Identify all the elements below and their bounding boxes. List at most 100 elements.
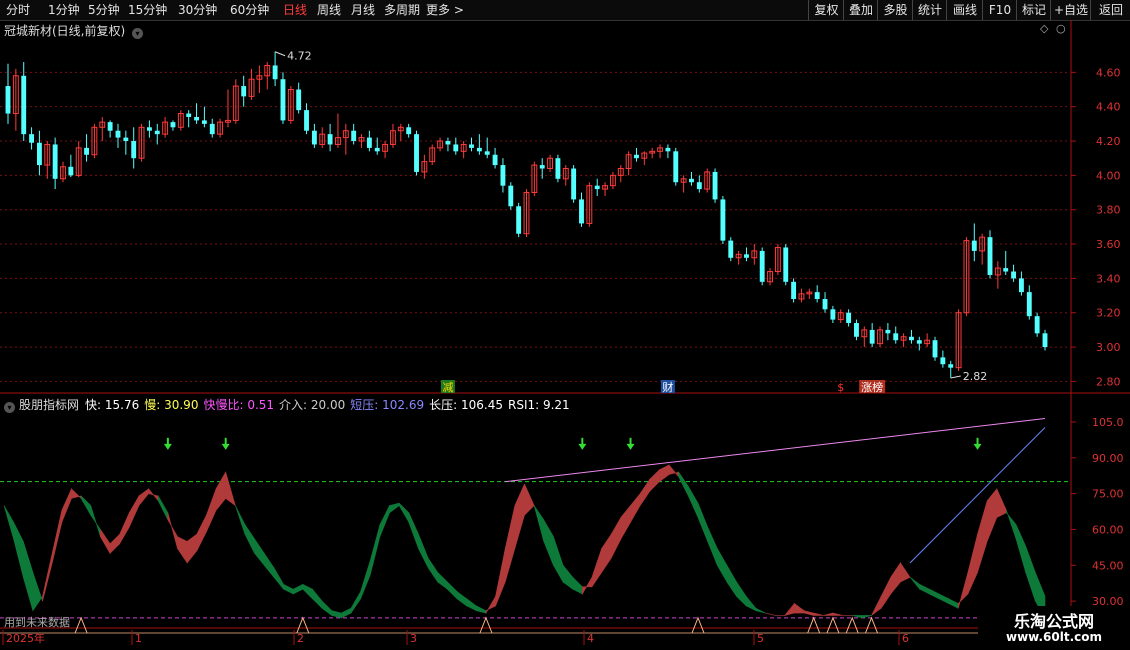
candle-body <box>720 199 726 241</box>
indicator-number: 9.21 <box>539 398 570 412</box>
candle-body <box>209 123 215 135</box>
timeline-label: 2025年 <box>6 631 45 645</box>
candle-body <box>822 298 828 310</box>
future-data-note: 用到未来数据 <box>4 615 70 629</box>
ribbon-segment <box>312 588 323 609</box>
indicator-number: 102.69 <box>378 398 425 412</box>
ribbon-segment <box>832 612 843 616</box>
indicator-label: 长压: <box>429 398 458 412</box>
ribbon-segment <box>755 607 766 614</box>
candle-body <box>885 329 891 334</box>
candle-body <box>469 144 474 148</box>
ribbon-segment <box>427 557 439 583</box>
candle-body <box>791 281 797 299</box>
watermark-url: www.60lt.com <box>1005 630 1103 644</box>
candle-body <box>414 134 419 172</box>
low-label: 2.82 <box>963 370 988 383</box>
price-tick-label: 3.20 <box>1096 307 1121 320</box>
candle-body <box>476 147 482 152</box>
candle-body <box>186 113 192 117</box>
candle-body <box>5 86 11 114</box>
ribbon-segment <box>485 595 496 615</box>
ribbon-segment <box>957 572 969 609</box>
down-arrow-icon <box>163 443 172 450</box>
candle-body <box>712 171 718 200</box>
indicator-tick-label: 105.0 <box>1092 416 1124 429</box>
ribbon-segment <box>890 561 901 595</box>
ribbon-segment <box>823 612 834 616</box>
chart-canvas[interactable]: 4.72 2.82 减 财 $ 涨榜 用到未来数据 4.60 4.40 4.20 4.00 3.8… <box>0 0 1130 650</box>
down-arrow-icon <box>578 443 587 450</box>
grid-lines <box>0 20 1130 650</box>
ribbon-segment <box>697 503 708 542</box>
low-zone-mark <box>296 616 310 634</box>
ribbon-segment <box>206 488 217 532</box>
low-zone-mark <box>865 616 878 634</box>
candle-body <box>539 165 545 169</box>
ribbon-segment <box>456 590 467 607</box>
ribbon-segment <box>90 505 101 537</box>
candle-body <box>115 130 121 138</box>
ribbon-segment <box>138 488 149 507</box>
ribbon-segment <box>707 526 718 566</box>
candle-body <box>555 158 561 179</box>
down-arrow-icon <box>973 443 982 450</box>
ribbon-segment <box>716 547 728 584</box>
timeline-label: 1 <box>135 632 142 645</box>
ribbon-segment <box>32 572 43 612</box>
long-resistance-line <box>505 417 1046 483</box>
ribbon-segment <box>263 552 275 579</box>
ribbon-segment <box>948 598 959 609</box>
candle-body <box>1011 271 1017 279</box>
candle-body <box>484 151 490 155</box>
indicator-tick-label: 45.00 <box>1092 559 1124 572</box>
indicator-value-2: 快慢比: 0.51 <box>203 398 274 412</box>
indicator-value-6: RSI1: 9.21 <box>508 398 570 412</box>
ribbon-segment <box>389 502 400 514</box>
candle-body <box>1042 333 1048 348</box>
ribbon-segment <box>504 505 516 583</box>
candle-body <box>201 120 207 124</box>
ribbon-segment <box>1006 510 1017 540</box>
ribbon-segment <box>996 488 1007 518</box>
candle-body <box>21 75 27 135</box>
ribbon-segment <box>553 536 564 584</box>
indicator-label: 短压: <box>350 398 379 412</box>
timeline-label: 2 <box>297 632 304 645</box>
candle-body <box>516 206 522 234</box>
candle-body <box>327 134 333 145</box>
ribbon-segment <box>100 528 111 555</box>
ribbon-segment <box>967 534 978 595</box>
ribbon-segment <box>447 581 458 600</box>
chevron-down-icon[interactable]: ▾ <box>4 402 15 413</box>
ribbon-segment <box>80 495 92 517</box>
candle-body <box>916 340 922 344</box>
candle-body <box>351 130 357 142</box>
indicator-value-0: 快: 15.76 <box>85 398 139 412</box>
low-marker <box>950 375 961 379</box>
ribbon-segment <box>273 566 284 591</box>
ellipsis-icon[interactable]: ○ <box>1056 22 1066 35</box>
ribbon-segment <box>871 596 882 616</box>
chevron-down-icon[interactable]: ▾ <box>132 28 144 39</box>
ribbon-segment <box>514 483 525 549</box>
candle-body <box>909 336 914 341</box>
candle-body <box>854 323 859 337</box>
ribbon-segment <box>794 602 805 614</box>
ribbon-segment <box>369 524 381 575</box>
candle-body <box>406 127 412 135</box>
candle-body <box>971 240 977 251</box>
ribbon-segment <box>331 610 342 619</box>
price-tick-label: 2.80 <box>1096 375 1121 388</box>
ribbon-segment <box>533 505 545 542</box>
ribbon-segment <box>909 576 920 591</box>
candle-body <box>107 122 113 131</box>
ribbon-segment <box>254 538 265 567</box>
watermark: 乐淘公式网 www.60lt.com <box>978 606 1130 650</box>
candle-body <box>673 151 679 183</box>
diamond-icon[interactable]: ◇ <box>1040 22 1048 35</box>
candle-body <box>846 312 852 324</box>
ribbon-segment <box>244 523 255 554</box>
candle-body <box>1018 278 1024 293</box>
candle-body <box>29 134 35 143</box>
